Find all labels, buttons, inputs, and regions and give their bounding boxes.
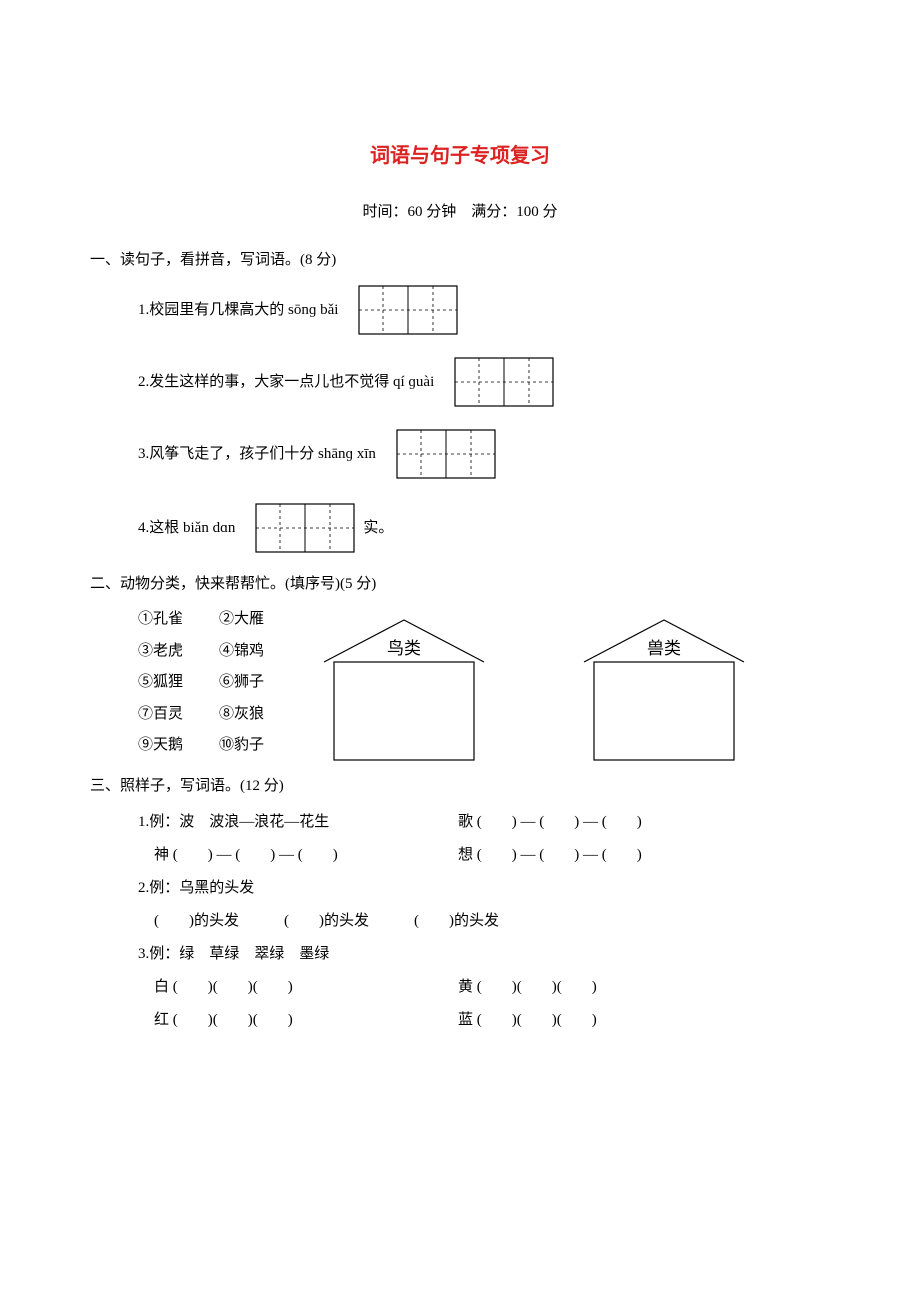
grid-box-icon[interactable]	[454, 357, 554, 407]
section-3-body: 1.例：波 波浪—浪花—花生 歌 ( ) — ( ) — ( ) 神 ( ) —…	[138, 806, 830, 1037]
house-label: 兽类	[647, 639, 681, 658]
q3-text: 3.风筝飞走了，孩子们十分 shānɡ xīn	[138, 442, 376, 466]
question-1-1: 1.校园里有几棵高大的 sōnɡ bǎi	[138, 280, 830, 340]
section-1-heading: 一、读句子，看拼音，写词语。(8 分)	[90, 248, 830, 272]
list-item: ⑥狮子	[219, 667, 264, 699]
example-line: 3.例：绿 草绿 翠绿 墨绿	[138, 938, 329, 971]
question-1-3: 3.风筝飞走了，孩子们十分 shānɡ xīn	[138, 424, 830, 484]
house-birds[interactable]: 鸟类	[314, 610, 494, 768]
houses: 鸟类 兽类	[314, 610, 754, 768]
list-item: ⑤狐狸	[138, 667, 183, 699]
q4-text-b: 实。	[363, 516, 393, 540]
list-item: ⑧灰狼	[219, 699, 264, 731]
house-label: 鸟类	[387, 639, 421, 658]
list-item: ②大雁	[219, 604, 264, 636]
q2-text: 2.发生这样的事，大家一点儿也不觉得 qí ɡuài	[138, 370, 434, 394]
house-beasts[interactable]: 兽类	[574, 610, 754, 768]
q4-text-a: 4.这根 biǎn dɑn	[138, 516, 235, 540]
blank-line[interactable]: 黄 ( )( )( )	[458, 971, 597, 1004]
section-3-heading: 三、照样子，写词语。(12 分)	[90, 774, 830, 798]
blank-line[interactable]: 白 ( )( )( )	[138, 971, 458, 1004]
list-item: ③老虎	[138, 636, 183, 668]
blank-line[interactable]: 神 ( ) — ( ) — ( )	[138, 839, 458, 872]
blank-line[interactable]: 红 ( )( )( )	[138, 1004, 458, 1037]
blank-line[interactable]: ( )的头发 ( )的头发 ( )的头发	[138, 905, 499, 938]
question-1-2: 2.发生这样的事，大家一点儿也不觉得 qí ɡuài	[138, 352, 830, 412]
example-line: 1.例：波 波浪—浪花—花生	[138, 806, 458, 839]
blank-line[interactable]: 歌 ( ) — ( ) — ( )	[458, 806, 642, 839]
list-item: ⑦百灵	[138, 699, 183, 731]
q1-text: 1.校园里有几棵高大的 sōnɡ bǎi	[138, 298, 338, 322]
animal-area: ①孔雀 ②大雁 ③老虎 ④锦鸡 ⑤狐狸 ⑥狮子 ⑦百灵 ⑧灰狼 ⑨天鹅 ⑩豹子 鸟类 兽类	[90, 604, 830, 768]
list-item: ⑨天鹅	[138, 730, 183, 762]
blank-line[interactable]: 想 ( ) — ( ) — ( )	[458, 839, 642, 872]
grid-box-icon[interactable]	[396, 429, 496, 479]
grid-box-icon[interactable]	[358, 285, 458, 335]
grid-box-icon[interactable]	[255, 503, 355, 553]
example-line: 2.例：乌黑的头发	[138, 872, 254, 905]
list-item: ①孔雀	[138, 604, 183, 636]
section-2-heading: 二、动物分类，快来帮帮忙。(填序号)(5 分)	[90, 572, 830, 596]
exam-meta: 时间：60 分钟 满分：100 分	[90, 200, 830, 224]
list-item: ④锦鸡	[219, 636, 264, 668]
question-1-4: 4.这根 biǎn dɑn 实。	[138, 496, 830, 560]
page-title: 词语与句子专项复习	[90, 140, 830, 172]
animal-list: ①孔雀 ②大雁 ③老虎 ④锦鸡 ⑤狐狸 ⑥狮子 ⑦百灵 ⑧灰狼 ⑨天鹅 ⑩豹子	[138, 604, 264, 762]
list-item: ⑩豹子	[219, 730, 264, 762]
blank-line[interactable]: 蓝 ( )( )( )	[458, 1004, 597, 1037]
